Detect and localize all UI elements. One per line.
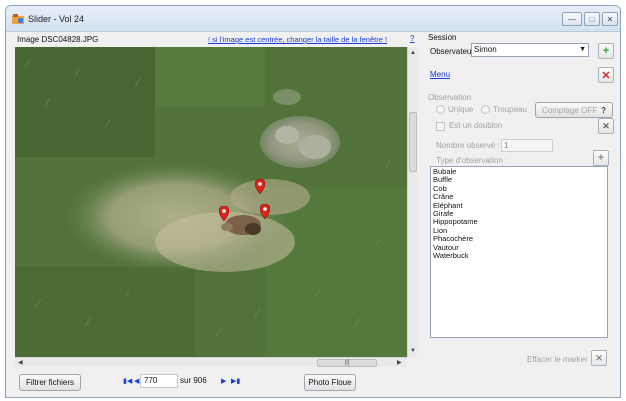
close-icon: ✕ xyxy=(601,69,611,82)
maximize-icon: □ xyxy=(589,14,595,24)
horizontal-scroll-thumb[interactable]: ||| xyxy=(317,359,377,367)
list-item[interactable]: Eléphant xyxy=(433,201,605,210)
blurry-photo-button[interactable]: Photo Floue xyxy=(304,374,356,391)
window-title: Slider - Vol 24 xyxy=(28,14,85,24)
menu-link[interactable]: Menu xyxy=(430,70,450,79)
vertical-scrollbar[interactable]: ▲ ▼ xyxy=(407,47,417,357)
count-toggle-label: Comptage OFF xyxy=(542,105,598,115)
observer-value: Simon xyxy=(474,45,497,54)
count-input[interactable]: 1 xyxy=(501,139,553,152)
previous-page-icon[interactable]: ◀ xyxy=(134,375,139,389)
clear-duplicate-button[interactable]: ✕ xyxy=(598,118,614,134)
clear-marker-button[interactable]: ✕ xyxy=(591,350,607,366)
marker-pin-icon[interactable] xyxy=(260,204,270,219)
first-page-icon[interactable]: ▮◀ xyxy=(123,375,132,389)
aerial-photo-image xyxy=(15,47,407,357)
close-window-button[interactable]: ✕ xyxy=(602,12,618,26)
image-help-link[interactable]: ? xyxy=(410,34,414,43)
marker-pin-icon[interactable] xyxy=(219,206,229,221)
plus-icon: + xyxy=(597,152,605,164)
duplicate-checkbox[interactable] xyxy=(436,122,445,131)
filter-files-button[interactable]: Filtrer fichiers xyxy=(19,374,81,391)
chevron-down-icon: ▼ xyxy=(579,46,586,53)
remove-observer-button[interactable]: ✕ xyxy=(598,67,614,83)
list-item[interactable]: Bubale xyxy=(433,167,605,176)
title-bar: Slider - Vol 24 — □ ✕ xyxy=(6,6,620,32)
count-label: Nombre observé : xyxy=(436,141,500,150)
page-total: sur 906 xyxy=(180,376,207,385)
scroll-up-icon[interactable]: ▲ xyxy=(410,49,416,57)
list-item[interactable]: Waterbuck xyxy=(433,251,605,260)
observation-type-label: Type d'observation : xyxy=(436,156,508,165)
plus-icon: + xyxy=(602,45,610,57)
list-item[interactable]: Buffle xyxy=(433,175,605,184)
scroll-right-icon[interactable]: ▶ xyxy=(397,359,402,367)
count-help-icon: ? xyxy=(601,105,606,115)
observation-group-label: Observation xyxy=(428,93,472,102)
minimize-button[interactable]: — xyxy=(562,12,582,26)
list-item[interactable]: Hippopotame xyxy=(433,218,605,227)
scroll-left-icon[interactable]: ◀ xyxy=(18,359,23,367)
close-icon: ✕ xyxy=(595,352,603,363)
radio-herd-label: Troupeau xyxy=(493,105,527,114)
scroll-down-icon[interactable]: ▼ xyxy=(410,347,416,355)
marker-pin-icon[interactable] xyxy=(255,179,265,194)
close-icon: ✕ xyxy=(602,120,610,131)
page-number-input[interactable]: 770 xyxy=(140,374,178,388)
close-icon: ✕ xyxy=(606,14,614,24)
add-type-button[interactable]: + xyxy=(593,150,609,166)
observer-select[interactable]: Simon ▼ xyxy=(471,43,589,57)
count-toggle-button[interactable]: Comptage OFF ? xyxy=(535,102,613,118)
app-icon xyxy=(12,14,24,24)
last-page-icon[interactable]: ▶▮ xyxy=(231,375,240,389)
horizontal-scrollbar[interactable]: ◀ ||| ▶ xyxy=(15,357,407,367)
radio-unique-label: Unique xyxy=(448,105,474,114)
image-caption: Image DSC04828.JPG xyxy=(17,35,99,44)
minimize-icon: — xyxy=(568,14,576,24)
vertical-scroll-thumb[interactable] xyxy=(409,112,417,172)
clear-marker-label: Effacer le marker xyxy=(527,355,588,364)
aerial-photo[interactable] xyxy=(15,47,407,357)
duplicate-label: Est un doublon xyxy=(449,121,503,130)
maximize-button[interactable]: □ xyxy=(584,12,600,26)
next-page-icon[interactable]: ▶ xyxy=(221,375,226,389)
radio-unique[interactable] xyxy=(436,105,445,114)
radio-herd[interactable] xyxy=(481,105,490,114)
resize-hint-link[interactable]: ! si l'image est centrée, changer la tai… xyxy=(208,35,387,44)
session-group-label: Session xyxy=(428,33,457,42)
add-observer-button[interactable]: + xyxy=(598,43,614,59)
list-item[interactable]: Cob xyxy=(433,184,605,193)
observation-type-list[interactable]: Bubale Buffle Cob Crâne Eléphant Girafe … xyxy=(430,166,608,338)
